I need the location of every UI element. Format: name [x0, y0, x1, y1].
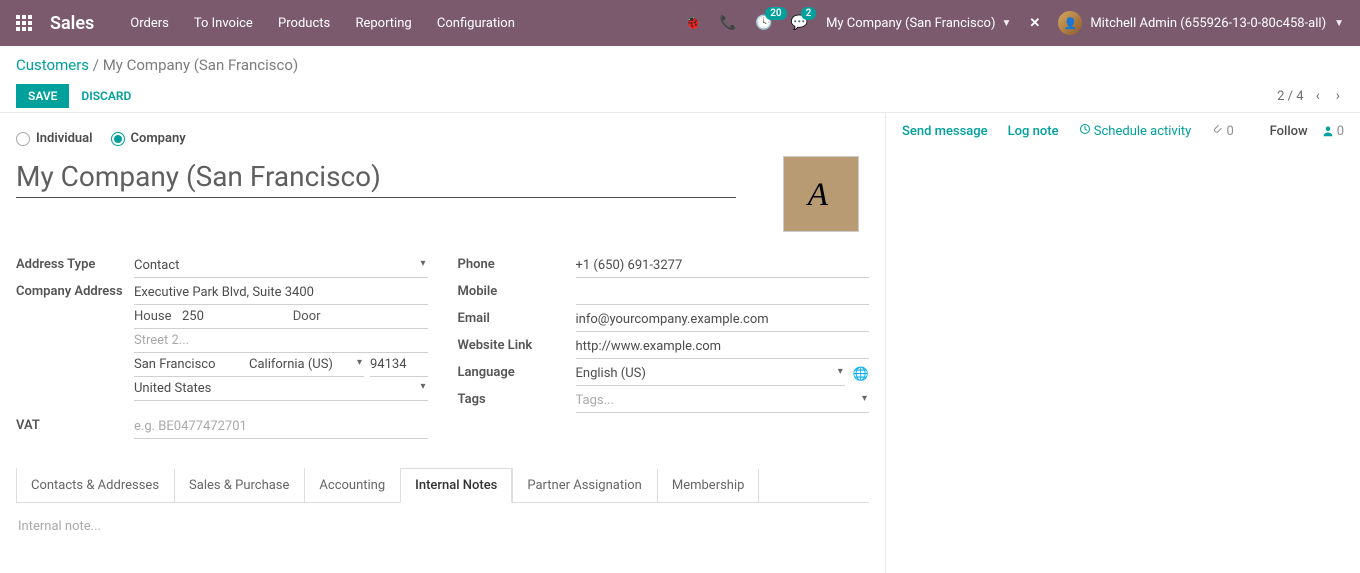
menu-reporting[interactable]: Reporting — [355, 16, 411, 31]
close-icon[interactable]: ✕ — [1029, 16, 1040, 31]
street-input[interactable] — [134, 281, 428, 305]
globe-icon[interactable]: 🌐 — [853, 367, 869, 382]
avatar: 👤 — [1058, 11, 1082, 35]
breadcrumb-root[interactable]: Customers — [16, 56, 89, 74]
menu-to-invoice[interactable]: To Invoice — [194, 16, 253, 31]
discuss-badge: 2 — [801, 7, 817, 20]
user-menu[interactable]: 👤 Mitchell Admin (655926-13-0-80c458-all… — [1058, 11, 1344, 35]
discard-button[interactable]: DISCARD — [69, 84, 143, 108]
tab-accounting[interactable]: Accounting — [304, 468, 400, 502]
phone-icon[interactable]: 📞 — [720, 15, 737, 31]
chevron-down-icon: ▼ — [1334, 18, 1344, 29]
radio-individual[interactable]: Individual — [16, 131, 93, 146]
chevron-down-icon: ▼ — [1002, 18, 1012, 29]
discuss-icon[interactable]: 💬2 — [791, 15, 808, 31]
address-type-select[interactable] — [134, 254, 428, 278]
clock-icon — [1079, 123, 1091, 135]
radio-icon — [111, 132, 125, 146]
tags-input[interactable] — [576, 389, 870, 413]
send-message-button[interactable]: Send message — [902, 124, 988, 139]
menu-orders[interactable]: Orders — [130, 16, 169, 31]
pager: 2 / 4 ‹ › — [1277, 86, 1344, 106]
company-switcher[interactable]: My Company (San Francisco) ▼ — [826, 16, 1011, 31]
door-input[interactable] — [325, 305, 428, 329]
pager-value[interactable]: 2 / 4 — [1277, 89, 1303, 104]
save-button[interactable]: SAVE — [16, 84, 69, 108]
control-panel: Customers / My Company (San Francisco) S… — [0, 46, 1360, 108]
phone-input[interactable] — [576, 254, 870, 278]
chatter: Send message Log note Schedule activity … — [885, 113, 1360, 573]
pager-next-icon[interactable]: › — [1332, 86, 1344, 106]
toolbar: SAVE DISCARD 2 / 4 ‹ › — [16, 84, 1344, 108]
company-name-label: My Company (San Francisco) — [826, 16, 995, 31]
schedule-activity-button[interactable]: Schedule activity — [1079, 123, 1192, 139]
main-menu: Orders To Invoice Products Reporting Con… — [130, 16, 537, 31]
breadcrumb: Customers / My Company (San Francisco) — [16, 56, 1344, 74]
notebook-tabs: Contacts & Addresses Sales & Purchase Ac… — [16, 468, 869, 503]
systray: 🐞 📞 🕓20 💬2 My Company (San Francisco) ▼ … — [684, 11, 1344, 35]
label-mobile: Mobile — [458, 281, 576, 299]
main-header: Sales Orders To Invoice Products Reporti… — [0, 0, 1360, 46]
tab-sales-purchase[interactable]: Sales & Purchase — [174, 468, 304, 502]
zip-input[interactable] — [370, 353, 428, 377]
menu-products[interactable]: Products — [278, 16, 330, 31]
menu-configuration[interactable]: Configuration — [437, 16, 515, 31]
label-phone: Phone — [458, 254, 576, 272]
tab-partner-assignation[interactable]: Partner Assignation — [512, 468, 657, 502]
paperclip-icon — [1211, 123, 1223, 135]
name-input[interactable] — [16, 156, 736, 198]
apps-icon[interactable] — [16, 15, 32, 31]
radio-company[interactable]: Company — [111, 131, 186, 146]
company-image[interactable] — [783, 156, 859, 232]
label-door: Door — [285, 305, 325, 329]
label-company-address: Company Address — [16, 281, 134, 299]
attachments-button[interactable]: 0 — [1211, 123, 1234, 139]
breadcrumb-current: My Company (San Francisco) — [103, 56, 298, 74]
activities-icon[interactable]: 🕓20 — [755, 15, 772, 31]
state-select[interactable] — [249, 353, 364, 377]
city-input[interactable] — [134, 353, 249, 377]
tab-contacts-addresses[interactable]: Contacts & Addresses — [16, 468, 174, 502]
label-language: Language — [458, 362, 576, 380]
company-type-radio: Individual Company — [16, 131, 869, 146]
house-input[interactable] — [182, 305, 285, 329]
tab-panel-internal-notes: Warning on the Sales Order No Message — [16, 503, 869, 573]
internal-note-input[interactable] — [18, 517, 867, 536]
mobile-input[interactable] — [576, 281, 870, 305]
activities-badge: 20 — [765, 7, 786, 20]
radio-icon — [16, 132, 30, 146]
label-tags: Tags — [458, 389, 576, 407]
app-brand[interactable]: Sales — [50, 13, 94, 34]
vat-input[interactable] — [134, 415, 428, 439]
debug-icon[interactable]: 🐞 — [684, 15, 701, 31]
website-input[interactable] — [576, 335, 870, 359]
country-select[interactable] — [134, 377, 428, 401]
tab-membership[interactable]: Membership — [657, 468, 760, 502]
email-input[interactable] — [576, 308, 870, 332]
follow-button[interactable]: Follow — [1270, 124, 1308, 139]
label-email: Email — [458, 308, 576, 326]
user-icon — [1322, 125, 1334, 137]
label-vat: VAT — [16, 415, 134, 433]
label-address-type: Address Type — [16, 254, 134, 272]
tab-internal-notes[interactable]: Internal Notes — [400, 468, 512, 503]
label-website: Website Link — [458, 335, 576, 353]
street2-input[interactable] — [134, 329, 428, 353]
followers-count[interactable]: 0 — [1322, 124, 1344, 139]
form-view: Individual Company Address Type Company … — [0, 113, 885, 573]
log-note-button[interactable]: Log note — [1008, 124, 1059, 139]
pager-prev-icon[interactable]: ‹ — [1312, 86, 1324, 106]
label-house: House — [134, 305, 182, 329]
language-select[interactable] — [576, 362, 845, 386]
user-name: Mitchell Admin (655926-13-0-80c458-all) — [1090, 16, 1326, 31]
